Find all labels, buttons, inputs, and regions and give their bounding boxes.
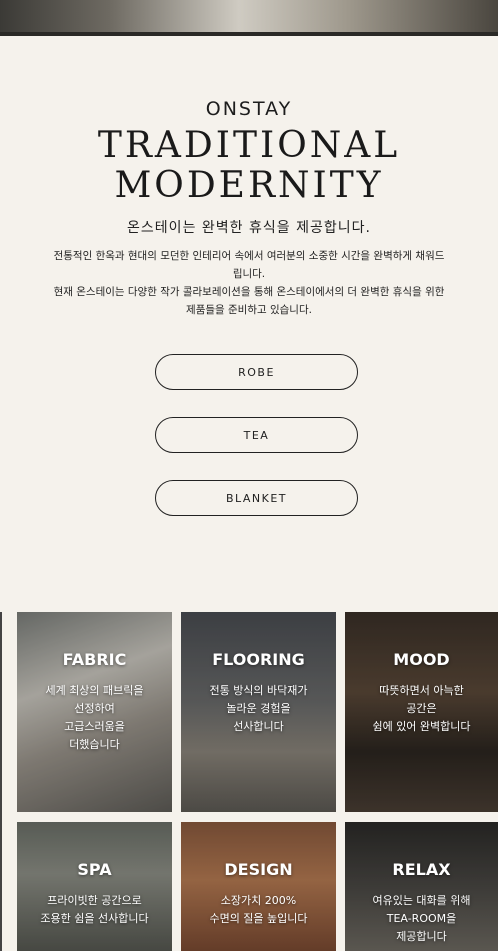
tile-text: 전통 방식의 바닥재가 놀라운 경험을 선사합니다 — [209, 684, 308, 733]
tile-text: 따뜻하면서 아늑한 공간은 쉼에 있어 완벽합니다 — [372, 684, 471, 733]
tile-title: MOOD — [393, 650, 450, 669]
headline-line-1: TRADITIONAL — [97, 125, 401, 166]
description: 전통적인 한옥과 현대의 모던한 인테리어 속에서 여러분의 소중한 시간을 완… — [50, 247, 448, 319]
tile-text: 여유있는 대화를 위해 TEA-ROOM을 제공합니다 — [372, 894, 471, 943]
tile-title: FABRIC — [62, 650, 127, 669]
brand-name: ONSTAY — [205, 98, 293, 120]
page-edge — [0, 612, 2, 951]
robe-button[interactable]: ROBE — [155, 354, 358, 390]
subtitle: 온스테이는 완벽한 휴식을 제공합니다. — [127, 220, 371, 236]
tile-flooring[interactable]: FLOORING 전통 방식의 바닥재가 놀라운 경험을 선사합니다 — [181, 612, 336, 812]
tile-text: 소장가치 200% 수면의 질을 높입니다 — [209, 894, 308, 925]
tile-spa[interactable]: SPA 프라이빗한 공간으로 조용한 쉼을 선사합니다 — [17, 822, 172, 951]
tile-title: RELAX — [392, 860, 451, 879]
headline-line-2: MODERNITY — [114, 165, 384, 206]
blanket-button[interactable]: BLANKET — [155, 480, 358, 516]
description-line-1: 전통적인 한옥과 현대의 모던한 인테리어 속에서 여러분의 소중한 시간을 완… — [53, 250, 445, 280]
hero-image — [0, 0, 498, 36]
tile-fabric[interactable]: FABRIC 세계 최상의 패브릭을 선정하여 고급스러움을 더했습니다 — [17, 612, 172, 812]
tile-overlay — [181, 822, 336, 951]
tile-mood[interactable]: MOOD 따뜻하면서 아늑한 공간은 쉼에 있어 완벽합니다 — [345, 612, 498, 812]
tile-text: 세계 최상의 패브릭을 선정하여 고급스러움을 더했습니다 — [45, 684, 144, 751]
tile-design[interactable]: DESIGN 소장가치 200% 수면의 질을 높입니다 — [181, 822, 336, 951]
description-line-2: 현재 온스테이는 다양한 작가 콜라보레이션을 통해 온스테이에서의 더 완벽한… — [53, 286, 445, 316]
tile-title: FLOORING — [212, 650, 305, 669]
tile-relax[interactable]: RELAX 여유있는 대화를 위해 TEA-ROOM을 제공합니다 — [345, 822, 498, 951]
tea-button[interactable]: TEA — [155, 417, 358, 453]
tile-title: SPA — [77, 860, 112, 879]
tile-text: 프라이빗한 공간으로 조용한 쉼을 선사합니다 — [40, 894, 149, 925]
tile-title: DESIGN — [224, 860, 293, 879]
tile-overlay — [17, 822, 172, 951]
